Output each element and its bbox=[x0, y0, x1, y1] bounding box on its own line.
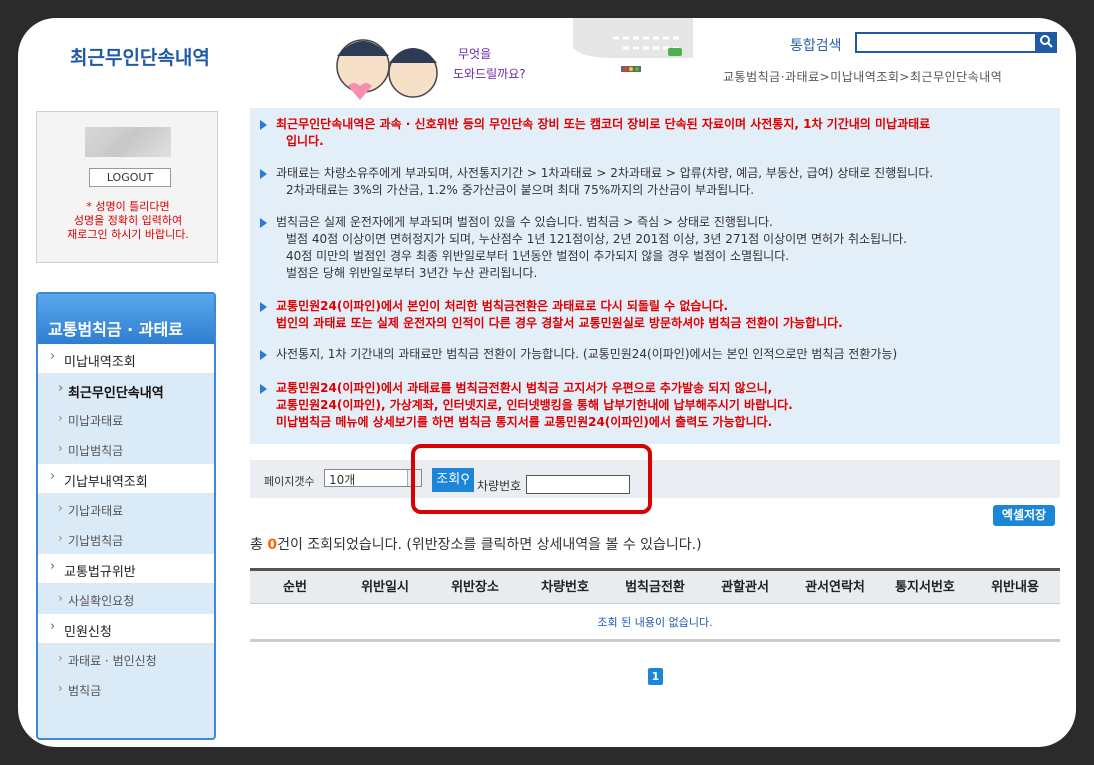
notice-item: 교통민원24(이파인)에서 과태료를 범칙금전환시 범칙금 고지서가 우편으로 … bbox=[260, 380, 1050, 431]
sidebar-item-recent-enforcement[interactable]: 최근무인단속내역 bbox=[38, 374, 214, 404]
sidebar-item-paid-penalties[interactable]: 기납범칙금 bbox=[38, 524, 214, 554]
column-header: 통지서번호 bbox=[895, 580, 955, 595]
page-frame: 최근무인단속내역 무엇을 도와드릴까요? 통합검색 교통범칙금·과태료>미납내역… bbox=[18, 18, 1076, 747]
bullet-icon bbox=[260, 384, 267, 394]
page-count-label: 페이지갯수 bbox=[264, 475, 315, 488]
notice-item: 과태료는 차량소유주에게 부과되며, 사전통지기간 > 1차과태료 > 2차과태… bbox=[260, 165, 1050, 199]
sidebar-menu: 교통범칙금 · 과태료 미납내역조회 최근무인단속내역 미납과태료 미납범칙금 … bbox=[36, 292, 216, 740]
bullet-icon bbox=[260, 302, 267, 312]
column-header: 위반일시 bbox=[361, 580, 409, 595]
sidebar-item-traffic-violation[interactable]: 교통법규위반 bbox=[38, 554, 214, 584]
login-panel: LOGOUT * 성명이 틀리다면 성명을 정확히 입력하여 재로그인 하시기 … bbox=[36, 111, 218, 263]
notice-item: 교통민원24(이파인)에서 본인이 처리한 범칙금전환은 과태료로 다시 되돌릴… bbox=[260, 298, 1050, 332]
sidebar-item-fact-check[interactable]: 사실확인요청 bbox=[38, 584, 214, 614]
sidebar-item-paid-fines[interactable]: 기납과태료 bbox=[38, 494, 214, 524]
table-header: 순번 위반일시 위반장소 차량번호 범칙금전환 관할관서 관서연락처 통지서번호… bbox=[250, 568, 1060, 604]
notice-box: 최근무인단속내역은 과속 · 신호위반 등의 무인단속 장비 또는 캠코더 장비… bbox=[250, 108, 1060, 444]
result-summary: 총 0건이 조회되었습니다. (위반장소를 클릭하면 상세내역을 볼 수 있습니… bbox=[250, 537, 702, 553]
sidebar-item-paid-lookup[interactable]: 기납부내역조회 bbox=[38, 464, 214, 494]
sidebar-item-penalty[interactable]: 범칙금 bbox=[38, 674, 214, 704]
search-icon bbox=[1040, 35, 1053, 48]
banner-text: 무엇을 bbox=[458, 47, 491, 61]
empty-row: 조회 된 내용이 없습니다. bbox=[250, 604, 1060, 642]
column-header: 범칙금전환 bbox=[625, 580, 685, 595]
page-count-select[interactable]: 10개 bbox=[324, 469, 422, 487]
logout-button[interactable]: LOGOUT bbox=[89, 168, 171, 187]
integrated-search-label: 통합검색 bbox=[790, 38, 842, 54]
sidebar-item-unpaid-lookup[interactable]: 미납내역조회 bbox=[38, 344, 214, 374]
police-mascot-banner: 무엇을 도와드릴까요? bbox=[336, 18, 693, 100]
column-header: 관할관서 bbox=[721, 580, 769, 595]
svg-text:도와드릴까요?: 도와드릴까요? bbox=[453, 67, 526, 81]
user-image bbox=[85, 127, 171, 157]
column-header: 위반내용 bbox=[991, 580, 1039, 595]
sidebar-item-fine-request[interactable]: 과태료 · 범인신청 bbox=[38, 644, 214, 674]
notice-item: 범칙금은 실제 운전자에게 부과되며 벌점이 있을 수 있습니다. 범칙금 > … bbox=[260, 214, 1050, 282]
sidebar-heading: 교통범칙금 · 과태료 bbox=[38, 294, 214, 344]
search-input[interactable] bbox=[855, 32, 1037, 53]
sidebar-item-unpaid-fines[interactable]: 미납과태료 bbox=[38, 404, 214, 434]
page-button-1[interactable]: 1 bbox=[648, 668, 663, 685]
notice-item: 사전통지, 1차 기간내의 과태료만 범칙금 전환이 가능합니다. (교통민원2… bbox=[260, 346, 1050, 363]
highlight-annotation bbox=[411, 444, 652, 514]
column-header: 위반장소 bbox=[451, 580, 499, 595]
column-header: 관서연락처 bbox=[805, 580, 865, 595]
search-button[interactable] bbox=[1035, 32, 1057, 53]
column-header: 순번 bbox=[283, 580, 307, 595]
notice-item: 최근무인단속내역은 과속 · 신호위반 등의 무인단속 장비 또는 캠코더 장비… bbox=[260, 116, 1050, 150]
sidebar-item-unpaid-penalties[interactable]: 미납범칙금 bbox=[38, 434, 214, 464]
filter-bar: 페이지갯수 10개 조회⚲ 차량번호 bbox=[250, 460, 1060, 498]
bullet-icon bbox=[260, 218, 267, 228]
bullet-icon bbox=[260, 120, 267, 130]
login-message: * 성명이 틀리다면 성명을 정확히 입력하여 재로그인 하시기 바랍니다. bbox=[67, 200, 189, 241]
bullet-icon bbox=[260, 350, 267, 360]
column-header: 차량번호 bbox=[541, 580, 589, 595]
results-table: 순번 위반일시 위반장소 차량번호 범칙금전환 관할관서 관서연락처 통지서번호… bbox=[250, 568, 1060, 642]
bullet-icon bbox=[260, 169, 267, 179]
excel-save-button[interactable]: 엑셀저장 bbox=[993, 505, 1055, 526]
result-count: 0 bbox=[267, 537, 278, 553]
breadcrumb: 교통범칙금·과태료>미납내역조회>최근무인단속내역 bbox=[723, 70, 1003, 84]
page-title: 최근무인단속내역 bbox=[70, 47, 210, 69]
sidebar-item-civil-request[interactable]: 민원신청 bbox=[38, 614, 214, 644]
